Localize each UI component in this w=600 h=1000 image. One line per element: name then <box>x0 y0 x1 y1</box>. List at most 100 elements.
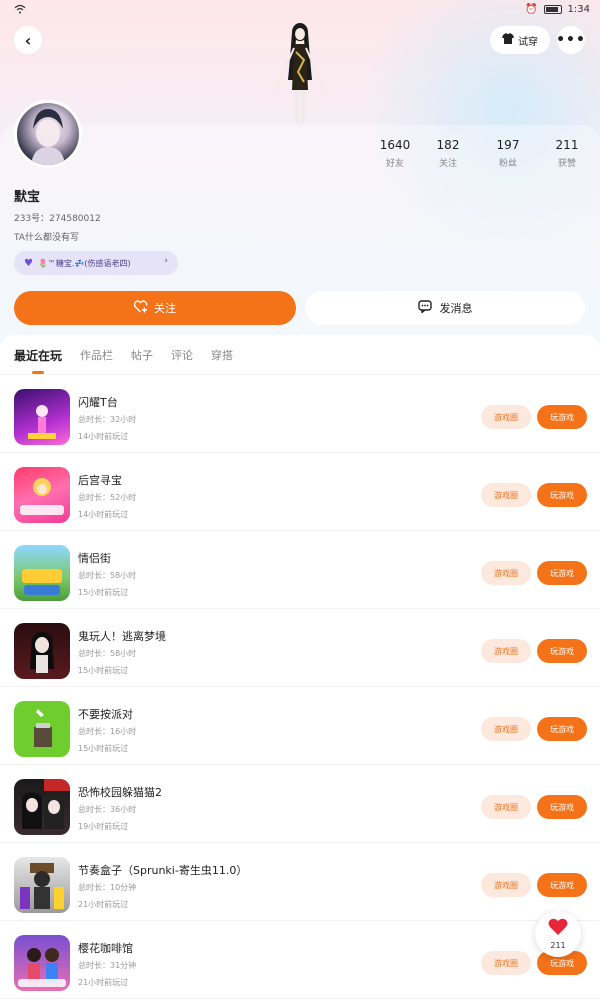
stat-number: 1640 <box>379 138 411 152</box>
game-title: 鬼玩人！逃离梦境 <box>78 630 166 643</box>
game-circle-button[interactable]: 游戏圈 <box>481 405 531 429</box>
relation-tag[interactable]: ♥ 🌷™糖宝.💤(伤感语老四) › <box>14 251 178 275</box>
avatar[interactable] <box>14 100 82 168</box>
stat-followers[interactable]: 197 粉丝 <box>483 138 533 169</box>
game-list-item[interactable]: 情侣街 总时长：58小时 15小时前玩过 游戏圈 玩游戏 <box>0 531 600 609</box>
back-button[interactable]: ‹ <box>14 26 42 54</box>
stat-label: 粉丝 <box>498 159 517 169</box>
heart-icon <box>548 918 568 940</box>
battery-icon <box>543 5 562 14</box>
tab-comments[interactable]: 评论 <box>171 347 193 364</box>
game-title: 后宫寻宝 <box>78 474 122 487</box>
stat-number: 197 <box>496 138 520 152</box>
play-game-button[interactable]: 玩游戏 <box>537 717 587 741</box>
game-last-played: 15小时前玩过 <box>78 666 129 675</box>
game-circle-button[interactable]: 游戏圈 <box>481 873 531 897</box>
stat-label: 好友 <box>385 159 404 169</box>
status-bar: ⏰ 1:34 <box>0 0 600 22</box>
game-icon <box>14 779 70 835</box>
game-list-item[interactable]: 鬼玩人！逃离梦境 总时长：58小时 15小时前玩过 游戏圈 玩游戏 <box>0 609 600 687</box>
game-list-item[interactable]: 后宫寻宝 总时长：52小时 14小时前玩过 游戏圈 玩游戏 <box>0 453 600 531</box>
game-list-item[interactable]: 节奏盒子（Sprunki-寄生虫11.0） 总时长：10分钟 21小时前玩过 游… <box>0 843 600 921</box>
game-icon <box>14 467 70 523</box>
chat-bubble-icon <box>417 300 432 316</box>
tab-works[interactable]: 作品栏 <box>80 347 113 364</box>
stat-friends[interactable]: 1640 好友 <box>370 138 420 169</box>
chevron-left-icon: ‹ <box>24 30 32 50</box>
game-duration: 总时长：36小时 <box>78 805 137 814</box>
play-game-button[interactable]: 玩游戏 <box>537 795 587 819</box>
game-duration: 总时长：58小时 <box>78 571 137 580</box>
game-duration: 总时长：32小时 <box>78 415 137 424</box>
game-circle-button[interactable]: 游戏圈 <box>481 561 531 585</box>
game-duration: 总时长：58小时 <box>78 649 137 658</box>
tab-recent-played[interactable]: 最近在玩 <box>14 347 62 374</box>
game-title: 恐怖校园躲猫猫2 <box>78 786 162 799</box>
game-circle-button[interactable]: 游戏圈 <box>481 951 531 975</box>
game-circle-button[interactable]: 游戏圈 <box>481 795 531 819</box>
game-list-item[interactable]: 恐怖校园躲猫猫2 总时长：36小时 19小时前玩过 游戏圈 玩游戏 <box>0 765 600 843</box>
game-circle-button[interactable]: 游戏圈 <box>481 483 531 507</box>
game-last-played: 15小时前玩过 <box>78 744 129 753</box>
play-game-button[interactable]: 玩游戏 <box>537 873 587 897</box>
floating-like-button[interactable]: 211 <box>535 911 581 957</box>
stat-following[interactable]: 182 关注 <box>423 138 473 169</box>
tab-bar: 最近在玩 作品栏 帖子 评论 穿搭 <box>14 347 251 374</box>
avatar-figure-image <box>270 20 330 125</box>
stat-label: 获赞 <box>557 159 576 169</box>
game-circle-button[interactable]: 游戏圈 <box>481 639 531 663</box>
message-label: 发消息 <box>439 302 473 315</box>
game-list-item[interactable]: 不要按派对 总时长：16小时 15小时前玩过 游戏圈 玩游戏 <box>0 687 600 765</box>
chevron-right-icon: › <box>164 256 168 266</box>
game-duration: 总时长：16小时 <box>78 727 137 736</box>
stat-likes[interactable]: 211 获赞 <box>542 138 592 169</box>
play-game-button[interactable]: 玩游戏 <box>537 405 587 429</box>
game-list-item[interactable]: 樱花咖啡馆 总时长：31分钟 21小时前玩过 游戏圈 玩游戏 <box>0 921 600 999</box>
play-game-button[interactable]: 玩游戏 <box>537 483 587 507</box>
try-on-label: 试穿 <box>518 36 538 48</box>
username: 默宝 <box>14 190 41 205</box>
game-title: 闪耀T台 <box>78 396 118 409</box>
add-friend-icon <box>133 300 148 316</box>
message-button[interactable]: 发消息 <box>305 291 585 325</box>
stat-label: 关注 <box>438 159 457 169</box>
try-on-button[interactable]: 试穿 <box>490 26 550 54</box>
game-title: 樱花咖啡馆 <box>78 942 133 955</box>
more-dots-icon: ••• <box>556 32 586 48</box>
heart-icon: ♥ <box>24 257 33 269</box>
game-last-played: 15小时前玩过 <box>78 588 129 597</box>
tab-posts[interactable]: 帖子 <box>131 347 153 364</box>
user-id: 233号：274580012 <box>14 214 101 224</box>
game-duration: 总时长：52小时 <box>78 493 137 502</box>
game-last-played: 21小时前玩过 <box>78 978 129 987</box>
like-count: 211 <box>550 941 566 950</box>
game-icon <box>14 935 70 991</box>
game-icon <box>14 545 70 601</box>
game-last-played: 21小时前玩过 <box>78 900 129 909</box>
shirt-icon <box>502 33 514 47</box>
play-game-button[interactable]: 玩游戏 <box>537 639 587 663</box>
game-list-item[interactable]: 闪耀T台 总时长：32小时 14小时前玩过 游戏圈 玩游戏 <box>0 375 600 453</box>
stat-number: 182 <box>436 138 460 152</box>
game-last-played: 19小时前玩过 <box>78 822 129 831</box>
game-last-played: 14小时前玩过 <box>78 510 129 519</box>
more-options-button[interactable]: ••• <box>556 26 586 54</box>
game-duration: 总时长：31分钟 <box>78 961 137 970</box>
game-title: 不要按派对 <box>78 708 133 721</box>
game-duration: 总时长：10分钟 <box>78 883 137 892</box>
game-circle-button[interactable]: 游戏圈 <box>481 717 531 741</box>
follow-button[interactable]: 关注 <box>14 291 296 325</box>
game-icon <box>14 623 70 679</box>
game-icon <box>14 857 70 913</box>
game-last-played: 14小时前玩过 <box>78 432 129 441</box>
tab-outfits[interactable]: 穿搭 <box>211 347 233 364</box>
wifi-icon <box>14 4 26 17</box>
alarm-icon: ⏰ <box>525 4 538 15</box>
game-icon <box>14 701 70 757</box>
status-time: 1:34 <box>567 4 590 15</box>
follow-label: 关注 <box>154 302 176 315</box>
relation-tag-label: 🌷™糖宝.💤(伤感语老四) <box>37 258 131 268</box>
user-bio: TA什么都没有写 <box>14 233 79 243</box>
play-game-button[interactable]: 玩游戏 <box>537 561 587 585</box>
stat-number: 211 <box>555 138 579 152</box>
